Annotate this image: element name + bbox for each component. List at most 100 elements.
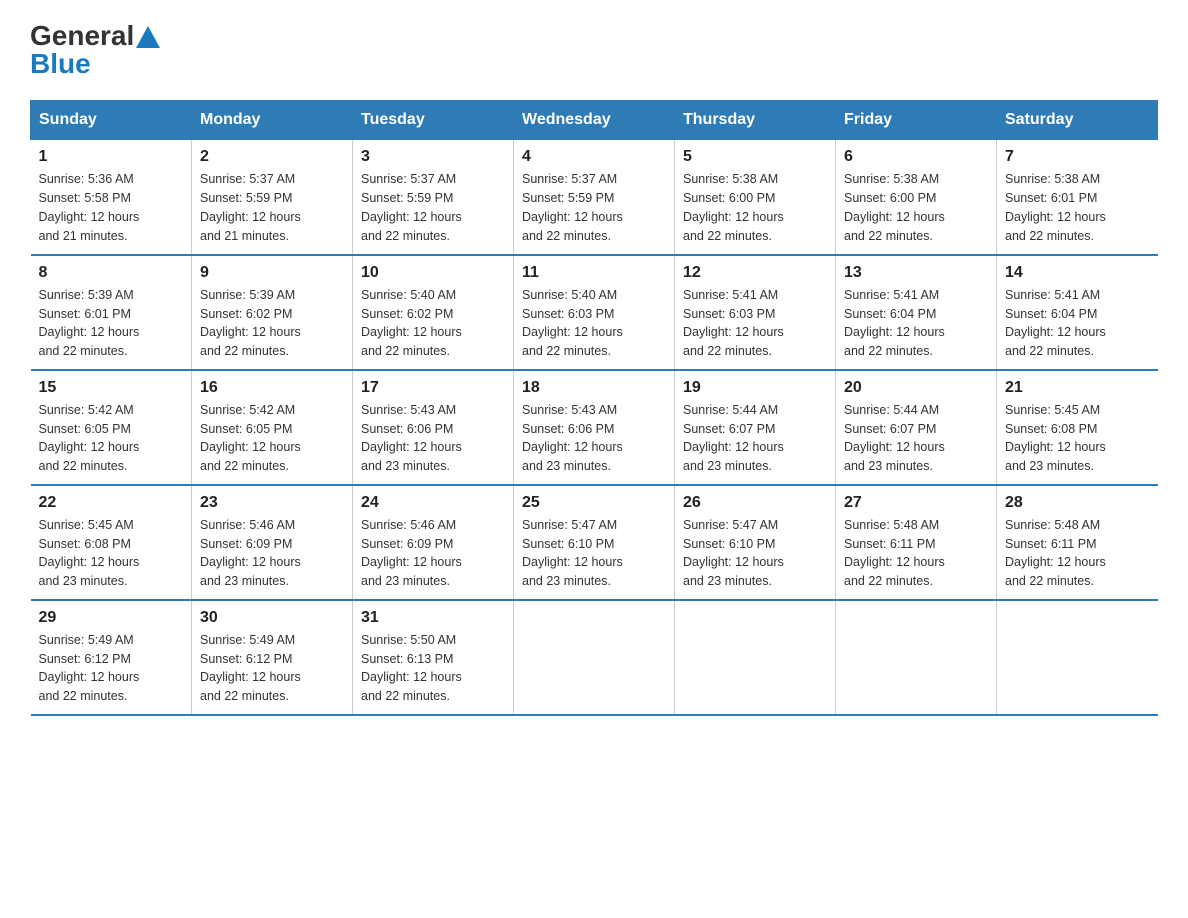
daylight-minutes: and 22 minutes.	[683, 344, 772, 358]
sunset-label: Sunset: 6:09 PM	[361, 537, 453, 551]
day-cell-19: 19 Sunrise: 5:44 AM Sunset: 6:07 PM Dayl…	[675, 370, 836, 485]
day-info: Sunrise: 5:44 AM Sunset: 6:07 PM Dayligh…	[844, 401, 988, 476]
day-cell-28: 28 Sunrise: 5:48 AM Sunset: 6:11 PM Dayl…	[997, 485, 1158, 600]
daylight-label: Daylight: 12 hours	[39, 210, 140, 224]
sunrise-label: Sunrise: 5:36 AM	[39, 172, 134, 186]
sunset-label: Sunset: 6:12 PM	[200, 652, 292, 666]
day-info: Sunrise: 5:39 AM Sunset: 6:01 PM Dayligh…	[39, 286, 184, 361]
day-info: Sunrise: 5:48 AM Sunset: 6:11 PM Dayligh…	[844, 516, 988, 591]
sunset-label: Sunset: 6:02 PM	[361, 307, 453, 321]
page-header: General Blue	[30, 20, 1158, 80]
day-info: Sunrise: 5:50 AM Sunset: 6:13 PM Dayligh…	[361, 631, 505, 706]
day-info: Sunrise: 5:45 AM Sunset: 6:08 PM Dayligh…	[1005, 401, 1150, 476]
day-cell-29: 29 Sunrise: 5:49 AM Sunset: 6:12 PM Dayl…	[31, 600, 192, 715]
sunrise-label: Sunrise: 5:49 AM	[39, 633, 134, 647]
daylight-minutes: and 22 minutes.	[200, 689, 289, 703]
weekday-header-sunday: Sunday	[31, 101, 192, 140]
weekday-header-thursday: Thursday	[675, 101, 836, 140]
day-info: Sunrise: 5:49 AM Sunset: 6:12 PM Dayligh…	[39, 631, 184, 706]
day-info: Sunrise: 5:37 AM Sunset: 5:59 PM Dayligh…	[522, 170, 666, 245]
sunset-label: Sunset: 6:06 PM	[361, 422, 453, 436]
day-info: Sunrise: 5:37 AM Sunset: 5:59 PM Dayligh…	[200, 170, 344, 245]
daylight-label: Daylight: 12 hours	[522, 210, 623, 224]
day-number: 12	[683, 264, 827, 282]
day-number: 17	[361, 379, 505, 397]
sunset-label: Sunset: 6:03 PM	[522, 307, 614, 321]
empty-cell	[836, 600, 997, 715]
sunrise-label: Sunrise: 5:43 AM	[522, 403, 617, 417]
daylight-label: Daylight: 12 hours	[844, 440, 945, 454]
sunrise-label: Sunrise: 5:43 AM	[361, 403, 456, 417]
sunrise-label: Sunrise: 5:41 AM	[683, 288, 778, 302]
sunset-label: Sunset: 6:10 PM	[522, 537, 614, 551]
daylight-label: Daylight: 12 hours	[683, 325, 784, 339]
sunrise-label: Sunrise: 5:40 AM	[522, 288, 617, 302]
day-cell-16: 16 Sunrise: 5:42 AM Sunset: 6:05 PM Dayl…	[192, 370, 353, 485]
sunrise-label: Sunrise: 5:42 AM	[39, 403, 134, 417]
daylight-minutes: and 22 minutes.	[1005, 574, 1094, 588]
day-number: 28	[1005, 494, 1150, 512]
daylight-label: Daylight: 12 hours	[200, 555, 301, 569]
day-info: Sunrise: 5:38 AM Sunset: 6:01 PM Dayligh…	[1005, 170, 1150, 245]
day-cell-1: 1 Sunrise: 5:36 AM Sunset: 5:58 PM Dayli…	[31, 140, 192, 255]
daylight-label: Daylight: 12 hours	[361, 440, 462, 454]
sunset-label: Sunset: 6:04 PM	[1005, 307, 1097, 321]
daylight-label: Daylight: 12 hours	[200, 440, 301, 454]
sunrise-label: Sunrise: 5:42 AM	[200, 403, 295, 417]
day-number: 23	[200, 494, 344, 512]
daylight-minutes: and 23 minutes.	[200, 574, 289, 588]
sunrise-label: Sunrise: 5:45 AM	[39, 518, 134, 532]
day-number: 4	[522, 148, 666, 166]
week-row-3: 15 Sunrise: 5:42 AM Sunset: 6:05 PM Dayl…	[31, 370, 1158, 485]
sunrise-label: Sunrise: 5:41 AM	[844, 288, 939, 302]
sunrise-label: Sunrise: 5:38 AM	[683, 172, 778, 186]
sunset-label: Sunset: 6:08 PM	[1005, 422, 1097, 436]
sunset-label: Sunset: 5:59 PM	[522, 191, 614, 205]
day-cell-17: 17 Sunrise: 5:43 AM Sunset: 6:06 PM Dayl…	[353, 370, 514, 485]
day-cell-12: 12 Sunrise: 5:41 AM Sunset: 6:03 PM Dayl…	[675, 255, 836, 370]
day-cell-2: 2 Sunrise: 5:37 AM Sunset: 5:59 PM Dayli…	[192, 140, 353, 255]
daylight-minutes: and 21 minutes.	[39, 229, 128, 243]
week-row-5: 29 Sunrise: 5:49 AM Sunset: 6:12 PM Dayl…	[31, 600, 1158, 715]
sunset-label: Sunset: 6:03 PM	[683, 307, 775, 321]
day-cell-8: 8 Sunrise: 5:39 AM Sunset: 6:01 PM Dayli…	[31, 255, 192, 370]
day-number: 16	[200, 379, 344, 397]
daylight-minutes: and 23 minutes.	[39, 574, 128, 588]
day-info: Sunrise: 5:38 AM Sunset: 6:00 PM Dayligh…	[844, 170, 988, 245]
day-number: 31	[361, 609, 505, 627]
day-cell-23: 23 Sunrise: 5:46 AM Sunset: 6:09 PM Dayl…	[192, 485, 353, 600]
day-cell-26: 26 Sunrise: 5:47 AM Sunset: 6:10 PM Dayl…	[675, 485, 836, 600]
daylight-label: Daylight: 12 hours	[844, 210, 945, 224]
day-info: Sunrise: 5:49 AM Sunset: 6:12 PM Dayligh…	[200, 631, 344, 706]
week-row-1: 1 Sunrise: 5:36 AM Sunset: 5:58 PM Dayli…	[31, 140, 1158, 255]
calendar-table: SundayMondayTuesdayWednesdayThursdayFrid…	[30, 100, 1158, 716]
daylight-label: Daylight: 12 hours	[200, 325, 301, 339]
day-info: Sunrise: 5:46 AM Sunset: 6:09 PM Dayligh…	[200, 516, 344, 591]
sunrise-label: Sunrise: 5:39 AM	[200, 288, 295, 302]
calendar-header: SundayMondayTuesdayWednesdayThursdayFrid…	[31, 101, 1158, 140]
sunrise-label: Sunrise: 5:45 AM	[1005, 403, 1100, 417]
sunrise-label: Sunrise: 5:39 AM	[39, 288, 134, 302]
day-info: Sunrise: 5:44 AM Sunset: 6:07 PM Dayligh…	[683, 401, 827, 476]
day-number: 14	[1005, 264, 1150, 282]
sunset-label: Sunset: 6:05 PM	[39, 422, 131, 436]
sunrise-label: Sunrise: 5:38 AM	[844, 172, 939, 186]
day-info: Sunrise: 5:40 AM Sunset: 6:02 PM Dayligh…	[361, 286, 505, 361]
daylight-label: Daylight: 12 hours	[844, 555, 945, 569]
day-number: 21	[1005, 379, 1150, 397]
daylight-minutes: and 22 minutes.	[844, 344, 933, 358]
daylight-label: Daylight: 12 hours	[361, 325, 462, 339]
daylight-label: Daylight: 12 hours	[361, 670, 462, 684]
daylight-label: Daylight: 12 hours	[522, 440, 623, 454]
daylight-label: Daylight: 12 hours	[522, 325, 623, 339]
daylight-minutes: and 22 minutes.	[200, 344, 289, 358]
day-cell-25: 25 Sunrise: 5:47 AM Sunset: 6:10 PM Dayl…	[514, 485, 675, 600]
sunrise-label: Sunrise: 5:44 AM	[844, 403, 939, 417]
weekday-header-row: SundayMondayTuesdayWednesdayThursdayFrid…	[31, 101, 1158, 140]
day-cell-21: 21 Sunrise: 5:45 AM Sunset: 6:08 PM Dayl…	[997, 370, 1158, 485]
day-number: 22	[39, 494, 184, 512]
sunset-label: Sunset: 6:04 PM	[844, 307, 936, 321]
day-info: Sunrise: 5:42 AM Sunset: 6:05 PM Dayligh…	[200, 401, 344, 476]
day-number: 25	[522, 494, 666, 512]
day-number: 11	[522, 264, 666, 282]
